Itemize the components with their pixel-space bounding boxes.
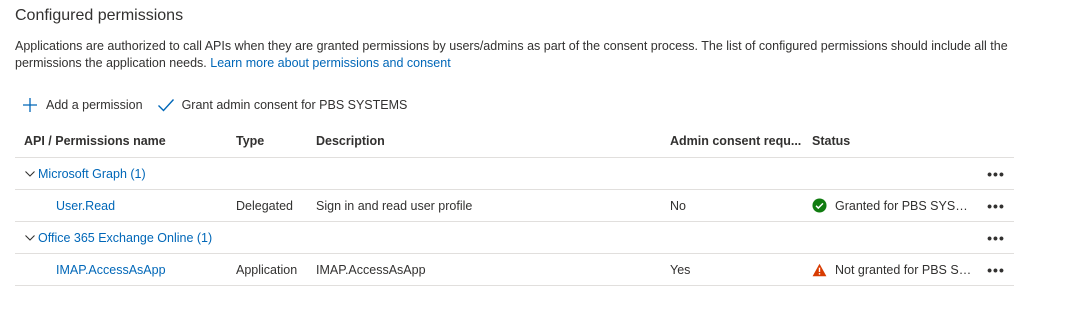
status-text: Granted for PBS SYSTEMS	[835, 198, 973, 213]
command-bar: Add a permission Grant admin consent for…	[21, 94, 407, 116]
grant-admin-consent-label: Grant admin consent for PBS SYSTEMS	[181, 98, 408, 112]
group-toggle-microsoft-graph[interactable]: Microsoft Graph (1)	[24, 167, 146, 181]
learn-more-link[interactable]: Learn more about permissions and consent	[210, 56, 450, 70]
more-actions-button[interactable]: •••	[987, 199, 1005, 213]
status-cell: Granted for PBS SYSTEMS	[812, 190, 984, 221]
column-header-type[interactable]: Type	[236, 125, 316, 157]
permission-link-imap-accessasapp[interactable]: IMAP.AccessAsApp	[24, 263, 166, 277]
grant-admin-consent-button[interactable]: Grant admin consent for PBS SYSTEMS	[157, 96, 408, 114]
chevron-down-icon	[24, 232, 36, 244]
permission-description: IMAP.AccessAsApp	[316, 262, 426, 277]
page-title: Configured permissions	[15, 7, 184, 24]
admin-consent-required: No	[670, 198, 686, 213]
add-permission-label: Add a permission	[46, 98, 143, 112]
status-text: Not granted for PBS SYSTEMS	[835, 262, 973, 277]
group-label: Office 365 Exchange Online (1)	[38, 230, 213, 245]
admin-consent-required: Yes	[670, 262, 691, 277]
table-header-row: API / Permissions name Type Description …	[15, 125, 1014, 158]
check-circle-icon	[812, 198, 827, 213]
add-permission-button[interactable]: Add a permission	[21, 96, 143, 114]
more-actions-button[interactable]: •••	[987, 231, 1005, 245]
group-label: Microsoft Graph (1)	[38, 166, 146, 181]
column-header-description[interactable]: Description	[316, 125, 666, 157]
permission-link-user-read[interactable]: User.Read	[24, 199, 115, 213]
column-header-name[interactable]: API / Permissions name	[24, 125, 229, 157]
checkmark-icon	[157, 96, 175, 114]
description-text: Applications are authorized to call APIs…	[15, 39, 1008, 70]
chevron-down-icon	[24, 168, 36, 180]
table-row: User.Read Delegated Sign in and read use…	[15, 190, 1014, 222]
group-row-microsoft-graph: Microsoft Graph (1) •••	[15, 158, 1014, 190]
column-header-status[interactable]: Status	[812, 125, 984, 157]
group-row-office-365-exchange-online: Office 365 Exchange Online (1) •••	[15, 222, 1014, 254]
table-row: IMAP.AccessAsApp Application IMAP.Access…	[15, 254, 1014, 286]
permission-description: Sign in and read user profile	[316, 198, 473, 213]
more-actions-button[interactable]: •••	[987, 263, 1005, 277]
warning-icon	[812, 262, 827, 277]
group-toggle-office-365-exchange-online[interactable]: Office 365 Exchange Online (1)	[24, 231, 212, 245]
permission-type: Delegated	[236, 198, 293, 213]
permission-type: Application	[236, 262, 298, 277]
permissions-table: API / Permissions name Type Description …	[15, 125, 1014, 286]
section-description: Applications are authorized to call APIs…	[15, 38, 1025, 72]
more-actions-button[interactable]: •••	[987, 167, 1005, 181]
status-cell: Not granted for PBS SYSTEMS	[812, 254, 984, 285]
plus-icon	[21, 96, 39, 114]
column-header-admin-consent[interactable]: Admin consent requ...	[670, 125, 810, 157]
